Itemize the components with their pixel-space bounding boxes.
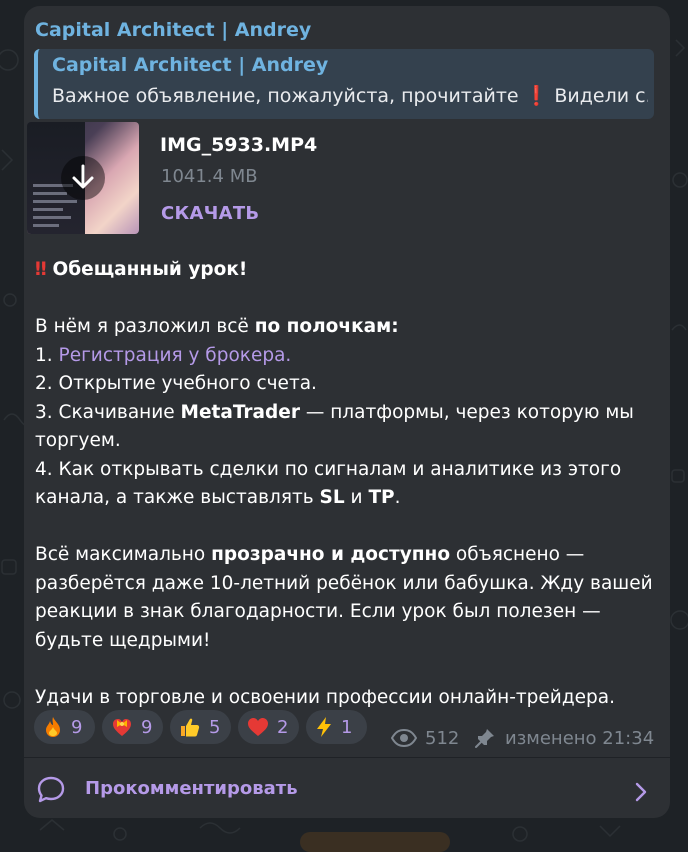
message-text: ‼ Обещанный урок! В нём я разложил всё п… [35,256,661,712]
thumbs-up-icon [181,718,200,737]
item4-end: . [394,487,401,508]
heart-bow-icon [113,719,131,736]
comment-button[interactable]: Прокомментировать [24,758,670,818]
file-name: IMG_5933.MP4 [160,134,318,156]
list-item-2: 2. Открытие учебного счета. [35,373,317,394]
item1-prefix: 1. [35,344,59,366]
list-item-4: 4. Как открывать сделки по сигналам и ан… [35,456,661,513]
item3-prefix: 3. Скачивание [35,401,181,423]
reaction-count: 9 [71,716,83,738]
item4-sl: SL [319,487,345,508]
reply-title: Capital Architect | Andrey [52,54,329,76]
item3-bold: MetaTrader [180,401,300,423]
reaction-lightning[interactable]: 1 [306,710,367,744]
pin-icon [475,729,494,748]
double-exclamation-icon: ‼ [35,259,47,280]
reaction-count: 9 [141,716,153,738]
para-prefix: Всё максимально [35,544,212,565]
list-item-3: 3. Скачивание MetaTrader — платформы, че… [35,399,661,456]
message-bubble: Capital Architect | Andrey Capital Archi… [24,6,670,818]
intro-prefix: В нём я разложил всё [35,316,255,337]
closing-line: Удачи в торговле и освоении профессии он… [35,686,615,708]
lightning-icon [317,717,331,737]
file-size: 1041.4 MB [161,166,258,187]
reaction-thumbs-up[interactable]: 5 [170,710,231,744]
comment-label: Прокомментировать [85,778,298,799]
fire-icon [46,717,60,737]
list-item-1: 1. Регистрация у брокера. [35,342,661,371]
para-bold: прозрачно и доступно [211,544,451,565]
eye-icon [391,729,417,747]
headline-text: Обещанный урок! [52,259,248,280]
reply-text-tail: Видели с... [554,85,648,107]
views-count: 512 [425,728,460,749]
reply-text-main: Важное объявление, пожалуйста, прочитайт… [52,85,519,107]
reaction-fire[interactable]: 9 [34,710,95,744]
exclamation-icon: ❗ [524,85,549,107]
edited-timestamp: изменено 21:34 [505,728,655,749]
download-button[interactable]: СКАЧАТЬ [161,203,259,224]
reaction-count: 5 [209,716,221,738]
headline: ‼ Обещанный урок! [35,256,661,285]
reply-text: Важное объявление, пожалуйста, прочитайт… [52,84,648,107]
broker-registration-link[interactable]: Регистрация у брокера. [59,345,292,366]
channel-name[interactable]: Capital Architect | Andrey [35,19,311,41]
intro-line: В нём я разложил всё по полочкам: [35,313,661,342]
reaction-count: 1 [341,716,353,738]
intro-bold: по полочкам: [254,316,399,337]
reaction-red-heart[interactable]: 2 [238,710,299,744]
reaction-heart-bow[interactable]: 9 [102,710,163,744]
item4-tp: TP [368,487,395,508]
download-arrow-icon[interactable] [61,156,105,200]
video-thumbnail[interactable] [27,122,139,234]
explanation-paragraph: Всё максимально прозрачно и доступно объ… [35,541,661,655]
item4-mid: и [344,487,369,508]
next-message-pill [300,832,450,852]
reply-preview[interactable]: Capital Architect | Andrey Важное объявл… [34,49,654,119]
comment-bubble-icon [37,776,65,803]
reaction-count: 2 [277,716,289,738]
chevron-right-icon [635,782,647,802]
red-heart-icon [248,718,268,736]
